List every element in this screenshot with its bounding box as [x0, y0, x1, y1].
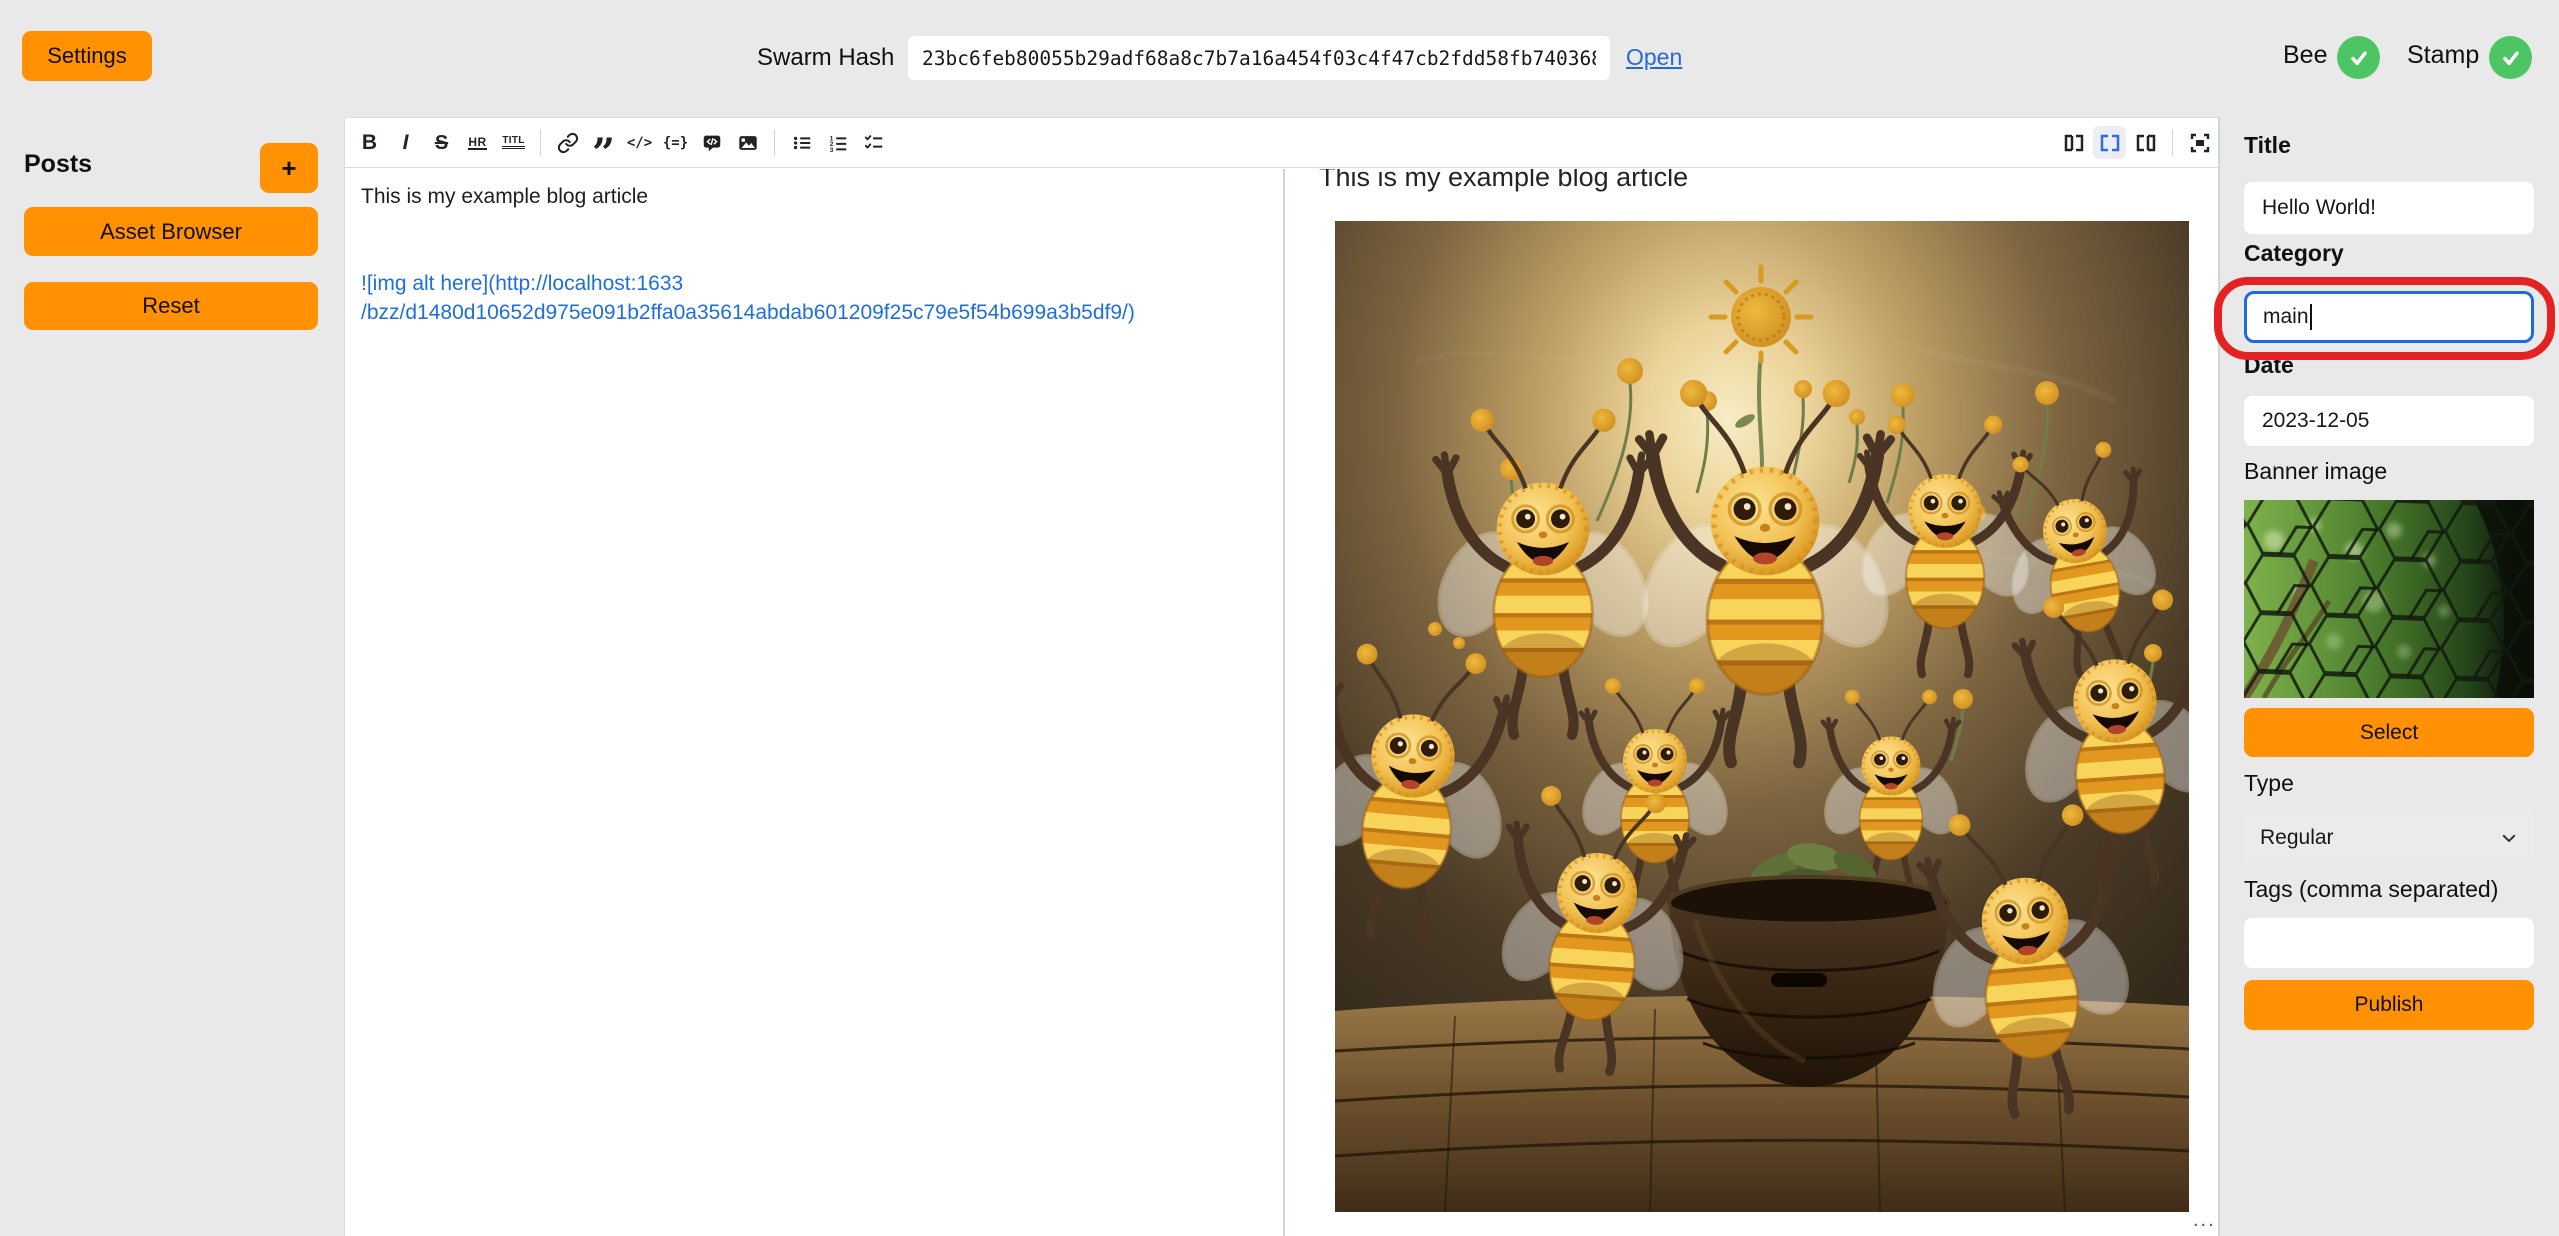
text-caret — [2310, 304, 2312, 330]
toolbar-separator — [774, 130, 775, 156]
task-list-button[interactable] — [857, 126, 890, 159]
posts-title: Posts — [24, 150, 92, 179]
reset-button[interactable]: Reset — [24, 282, 318, 330]
type-select[interactable]: Regular — [2244, 813, 2534, 862]
markdown-editor[interactable]: This is my example blog article ![img al… — [345, 169, 1283, 1236]
chevron-down-icon — [2500, 829, 2518, 847]
editor-panel: B I S HR TITL ” </> {=} — [344, 117, 2218, 1236]
banner-select-button[interactable]: Select — [2244, 708, 2534, 757]
category-label: Category — [2244, 240, 2344, 267]
app-root: Settings Swarm Hash Open Bee Stamp Posts… — [0, 0, 2559, 1236]
svg-text:3: 3 — [829, 147, 833, 154]
bee-status-label: Bee — [2283, 41, 2327, 70]
category-input[interactable]: main — [2244, 291, 2534, 343]
toolbar-separator — [2172, 130, 2173, 156]
settings-button[interactable]: Settings — [22, 31, 152, 81]
preview-overflow-indicator: ... — [2193, 1209, 2216, 1232]
split-view-button[interactable] — [2093, 126, 2126, 159]
bold-button[interactable]: B — [353, 126, 386, 159]
type-label: Type — [2244, 770, 2294, 797]
link-icon — [557, 132, 579, 154]
stamp-check-icon — [2489, 36, 2532, 79]
horizontal-rule-button[interactable]: HR — [461, 126, 494, 159]
unordered-list-button[interactable] — [785, 126, 818, 159]
fullscreen-button[interactable] — [2183, 126, 2216, 159]
preview-heading: This is my example blog article — [1319, 169, 2219, 194]
type-selected-value: Regular — [2260, 826, 2334, 850]
editor-toolbar: B I S HR TITL ” </> {=} — [345, 118, 2218, 168]
bee-check-icon — [2337, 36, 2380, 79]
fullscreen-icon — [2188, 131, 2212, 155]
ordered-list-icon: 1 2 3 — [827, 132, 849, 154]
publish-button[interactable]: Publish — [2244, 980, 2534, 1030]
banner-image-label: Banner image — [2244, 458, 2387, 485]
ordered-list-button[interactable]: 1 2 3 — [821, 126, 854, 159]
title-button[interactable]: TITL — [497, 126, 530, 159]
title-input[interactable] — [2244, 182, 2534, 234]
unordered-list-icon — [791, 132, 813, 154]
image-button[interactable] — [731, 126, 764, 159]
image-icon — [737, 132, 759, 154]
preview-bee-image — [1335, 221, 2189, 1212]
stamp-status-label: Stamp — [2407, 41, 2479, 70]
editor-image-markdown-line2: /bzz/d1480d10652d975e091b2ffa0a35614abda… — [361, 298, 1267, 327]
preview-pane: This is my example blog article — [1285, 169, 2219, 1236]
add-post-button[interactable]: + — [260, 143, 318, 193]
toolbar-separator — [540, 130, 541, 156]
tags-input[interactable] — [2244, 918, 2534, 968]
link-button[interactable] — [551, 126, 584, 159]
inline-code-button[interactable]: </> — [623, 126, 656, 159]
sidebar-divider — [2218, 117, 2220, 1236]
asset-browser-button[interactable]: Asset Browser — [24, 207, 318, 256]
date-input[interactable] — [2244, 396, 2534, 446]
editor-view-icon — [2062, 131, 2086, 155]
editor-image-markdown-line1: ![img alt here](http://localhost:1633 — [361, 269, 1267, 298]
category-value: main — [2263, 305, 2309, 329]
banner-image-thumbnail[interactable] — [2244, 500, 2534, 698]
strikethrough-button[interactable]: S — [425, 126, 458, 159]
preview-view-button[interactable] — [2129, 126, 2162, 159]
title-label: Title — [2244, 132, 2291, 159]
swarm-hash-input[interactable] — [908, 36, 1610, 80]
open-link[interactable]: Open — [1626, 44, 1682, 71]
code-block-button[interactable]: {=} — [659, 126, 692, 159]
split-view-icon — [2098, 131, 2122, 155]
comment-code-button[interactable] — [695, 126, 728, 159]
task-list-icon — [863, 132, 885, 154]
swarm-hash-label: Swarm Hash — [757, 44, 894, 72]
editor-line: This is my example blog article — [361, 182, 1267, 211]
date-label: Date — [2244, 352, 2294, 379]
editor-view-button[interactable] — [2057, 126, 2090, 159]
tags-label: Tags (comma separated) — [2244, 876, 2498, 903]
quote-button[interactable]: ” — [587, 126, 620, 159]
italic-button[interactable]: I — [389, 126, 422, 159]
comment-code-icon — [701, 132, 723, 154]
preview-view-icon — [2134, 131, 2158, 155]
